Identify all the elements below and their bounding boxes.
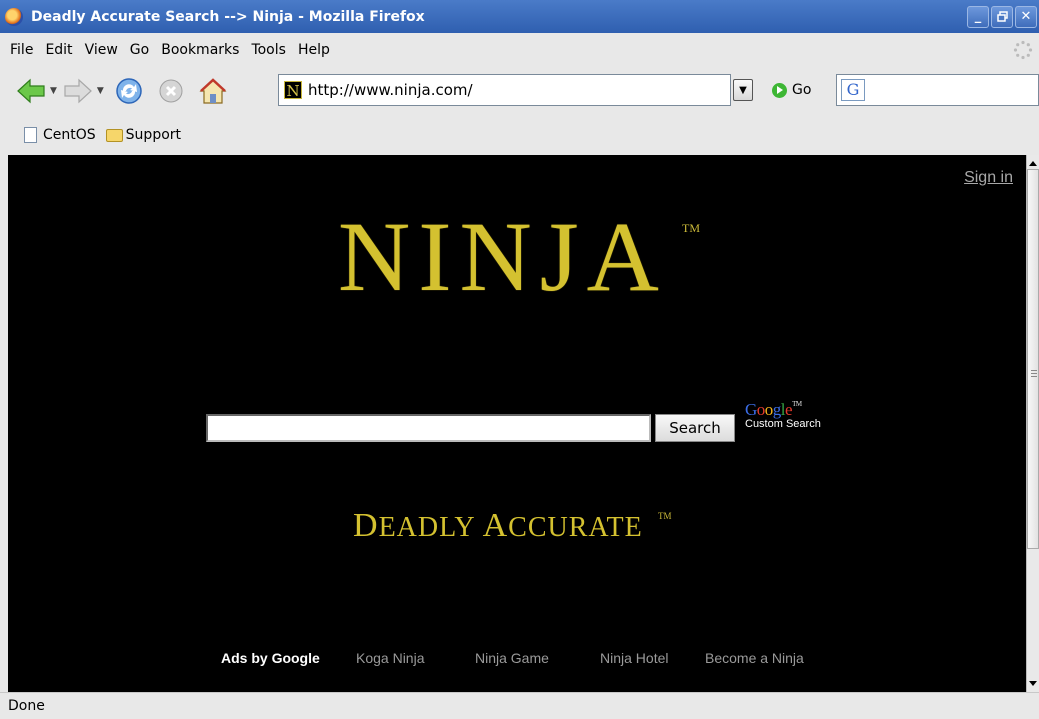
ad-link[interactable]: Ninja Game (475, 650, 549, 666)
stop-button[interactable] (158, 78, 184, 104)
back-dropdown-icon[interactable]: ▼ (50, 86, 57, 96)
window-title: Deadly Accurate Search --> Ninja - Mozil… (31, 8, 425, 25)
bookmark-centos-label: CentOS (43, 127, 96, 143)
tagline: DEADLY ACCURATE (353, 507, 643, 544)
menu-file-label: File (10, 42, 34, 58)
browser-search-box[interactable]: G (836, 74, 1039, 106)
menu-help[interactable]: Help (292, 42, 336, 58)
sign-in-link[interactable]: Sign in (964, 169, 1013, 187)
scroll-up-icon[interactable] (1029, 161, 1037, 166)
menu-bookmarks[interactable]: Bookmarks (155, 42, 245, 58)
page-icon (24, 127, 37, 143)
status-bar: Done (0, 692, 1039, 719)
page-content: Sign in NINJA TM Search GoogleTM Custom … (8, 155, 1026, 692)
menu-bookmarks-label: Bookmarks (161, 42, 240, 58)
menu-bar: File Edit View Go Bookmarks Tools Help (0, 33, 1039, 67)
menu-view[interactable]: View (79, 42, 124, 58)
reload-icon (116, 78, 142, 104)
search-engine-icon[interactable]: G (841, 79, 865, 101)
bookmark-support-label: Support (125, 127, 182, 143)
ad-link[interactable]: Koga Ninja (356, 650, 425, 666)
close-button[interactable]: ✕ (1015, 5, 1037, 28)
forward-button[interactable] (63, 78, 93, 104)
go-label: Go (792, 82, 812, 98)
reload-button[interactable] (114, 76, 144, 106)
menu-file[interactable]: File (4, 42, 39, 58)
menu-edit-label: Edit (45, 42, 73, 58)
minimize-button[interactable]: _ (967, 5, 989, 28)
search-button[interactable]: Search (655, 414, 735, 442)
home-button[interactable] (198, 77, 228, 105)
ads-bar: Ads by Google Koga Ninja Ninja Game Ninj… (8, 650, 1026, 670)
scrollbar-thumb[interactable] (1027, 169, 1039, 549)
vertical-scrollbar[interactable] (1026, 155, 1039, 692)
search-input[interactable] (206, 414, 651, 442)
stop-icon (159, 79, 183, 103)
back-arrow-icon (17, 78, 45, 104)
ad-link[interactable]: Become a Ninja (705, 650, 804, 666)
url-bar[interactable]: N http://www.ninja.com/ (278, 74, 731, 106)
google-custom-search-brand: GoogleTM Custom Search (745, 400, 821, 431)
bookmarks-toolbar: CentOS Support (0, 119, 1039, 151)
throbber-icon (1013, 40, 1033, 60)
back-button[interactable] (16, 78, 46, 104)
bookmark-support[interactable]: Support (105, 127, 182, 143)
menu-go[interactable]: Go (124, 42, 155, 58)
logo-trademark: TM (682, 221, 700, 235)
menu-go-label: Go (129, 42, 150, 58)
menu-tools[interactable]: Tools (245, 42, 292, 58)
ninja-logo: NINJA (338, 201, 667, 312)
scroll-down-icon[interactable] (1029, 681, 1037, 686)
custom-search-label: Custom Search (745, 418, 821, 430)
menu-help-label: Help (297, 42, 330, 58)
go-icon (772, 82, 787, 98)
google-logo: GoogleTM (745, 400, 802, 419)
forward-arrow-icon (64, 78, 92, 104)
url-text[interactable]: http://www.ninja.com/ (308, 81, 473, 99)
bookmark-centos[interactable]: CentOS (24, 127, 96, 143)
tagline-trademark: TM (658, 511, 672, 521)
url-history-dropdown[interactable]: ▼ (733, 79, 753, 101)
go-button[interactable]: Go (772, 79, 811, 101)
folder-icon (105, 128, 123, 142)
ads-by-google-label: Ads by Google (221, 650, 320, 666)
menu-tools-label: Tools (251, 42, 286, 58)
menu-view-label: View (84, 42, 118, 58)
menu-edit[interactable]: Edit (39, 42, 78, 58)
forward-dropdown-icon[interactable]: ▼ (97, 86, 104, 96)
maximize-button[interactable] (991, 5, 1013, 28)
window-titlebar: Deadly Accurate Search --> Ninja - Mozil… (0, 0, 1039, 33)
firefox-icon (5, 7, 23, 26)
status-text: Done (8, 698, 45, 714)
site-favicon: N (284, 81, 302, 100)
home-icon (199, 78, 227, 104)
ad-link[interactable]: Ninja Hotel (600, 650, 668, 666)
